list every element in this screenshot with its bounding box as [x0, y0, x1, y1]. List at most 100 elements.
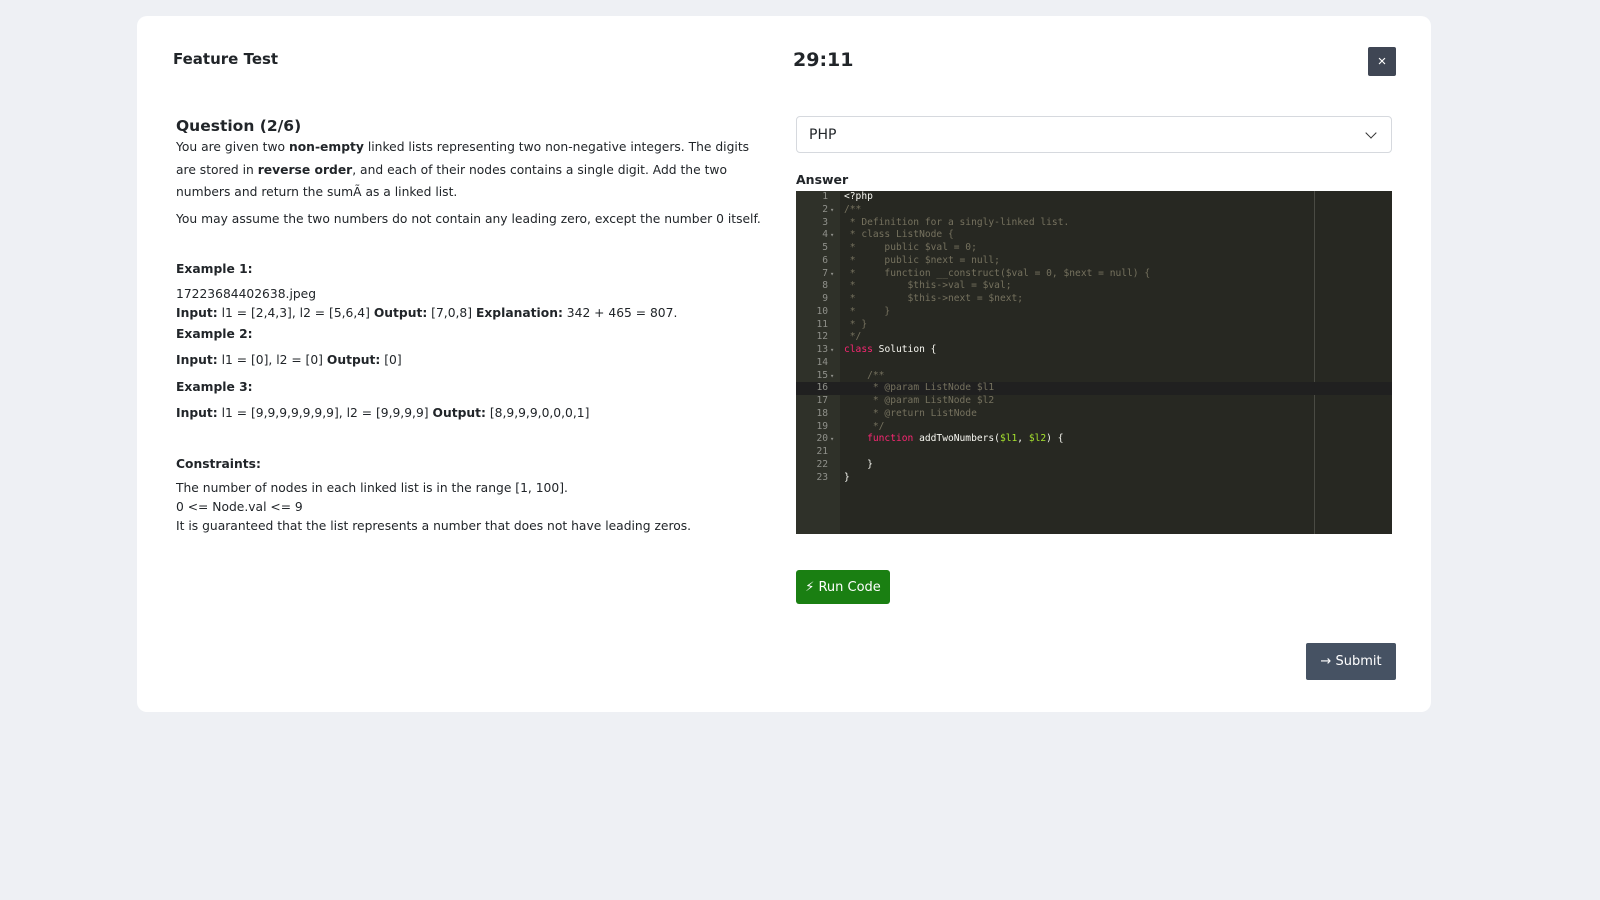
label: Output: [326, 353, 381, 367]
code-text: * } [844, 305, 891, 317]
code-line[interactable]: 19 */ [796, 421, 1392, 434]
code-line[interactable]: 22 } [796, 459, 1392, 472]
submit-button[interactable]: → Submit [1306, 643, 1396, 680]
code-line[interactable]: 2 ▾ /** [796, 204, 1392, 217]
code-text: * function __construct($val = 0, $next =… [844, 267, 1151, 279]
code-line[interactable]: 17 * @param ListNode $l2 [796, 395, 1392, 408]
text-bold: reverse order [257, 162, 353, 177]
code-editor[interactable]: 1 <?php 2 ▾/** 3 * Definition for a singly-l… [796, 191, 1392, 534]
constraint-item: It is guaranteed that the list represent… [176, 519, 692, 533]
code-line[interactable]: 8 * $this->val = $val; [796, 280, 1392, 293]
line-number: 9 [822, 293, 828, 304]
code-line[interactable]: 23} [796, 472, 1392, 485]
label: Explanation: [475, 305, 563, 320]
fold-arrow-icon: ▾ [830, 435, 835, 444]
code-text: * public $next = null; [844, 254, 1000, 266]
line-number: 17 [816, 395, 828, 406]
arrow-right-icon: → [1320, 654, 1332, 669]
line-number: 19 [816, 420, 828, 432]
line-number: 6 [822, 254, 828, 266]
question-panel: Question (2/6) You are given two non-emp… [176, 116, 766, 536]
line-number: 15 [816, 369, 828, 381]
line-number: 3 [822, 216, 828, 228]
test-card: Feature Test 29:11 × Question (2/6) You … [137, 16, 1431, 712]
label: Input: [176, 305, 218, 320]
language-select[interactable]: PHP [796, 116, 1392, 153]
code-line[interactable]: 10 * } [796, 306, 1392, 319]
code-line[interactable]: 18 * @return ListNode [796, 408, 1392, 421]
fold-arrow-icon: ▾ [830, 346, 835, 354]
line-number: 21 [816, 446, 828, 457]
code-text: * class ListNode { [844, 229, 954, 241]
code-line[interactable]: 3 * Definition for a singly-linked list. [796, 217, 1392, 230]
close-button[interactable]: × [1368, 47, 1396, 76]
submit-label: Submit [1335, 654, 1382, 669]
line-number: 13 [816, 344, 828, 355]
line-number: 23 [816, 471, 828, 483]
line-number: 16 [816, 382, 828, 394]
code-text: * public $val = 0; [844, 242, 977, 253]
code-text: } [844, 471, 850, 483]
code-text: * @param ListNode $l1 [844, 382, 995, 394]
code-text: * $this->val = $val; [844, 280, 1012, 292]
question-note: You may assume the two numbers do not co… [176, 211, 761, 226]
code-text: * @param ListNode $l2 [844, 395, 995, 406]
code-text: /** [844, 369, 885, 381]
constraint-item: The number of nodes in each linked list … [176, 481, 568, 495]
line-number: 12 [816, 331, 828, 343]
value: l1 = [0], l2 = [0] [217, 353, 327, 367]
example-2-label: Example 2: [176, 326, 253, 341]
code-line[interactable]: 13 ▾ class Solution { [796, 344, 1392, 357]
code-lines: 1 <?php 2 ▾/** 3 * Definition for a singly-l… [796, 191, 1392, 484]
code-text: class Solution { [844, 344, 937, 355]
code-line[interactable]: 6 * public $next = null; [796, 255, 1392, 268]
code-line[interactable]: 11 * } [796, 319, 1392, 332]
line-number: 22 [816, 458, 828, 470]
value: l1 = [9,9,9,9,9,9,9], l2 = [9,9,9,9] [217, 406, 433, 420]
fold-arrow-icon: ▾ [830, 269, 835, 278]
constraint-item: 0 <= Node.val <= 9 [176, 500, 303, 514]
answer-label: Answer [796, 172, 849, 187]
line-number: 10 [816, 305, 828, 317]
question-description: You are given two non-empty linked lists… [176, 136, 766, 204]
code-text: function addTwoNumbers($l1, $l2) { [844, 433, 1064, 445]
example-3: Input: l1 = [9,9,9,9,9,9,9], l2 = [9,9,9… [176, 402, 766, 425]
constraints-label: Constraints: [176, 456, 261, 471]
test-title: Feature Test [173, 50, 279, 68]
run-code-label: Run Code [818, 579, 881, 595]
line-number: 1 [822, 191, 828, 202]
value: [8,9,9,9,0,0,0,1] [485, 406, 590, 420]
countdown-timer: 29:11 [793, 49, 854, 71]
code-line[interactable]: 4 ▾ * class ListNode { [796, 229, 1392, 242]
line-number: 2 [822, 203, 828, 215]
value: 342 + 465 = 807. [562, 305, 678, 320]
code-text: } [844, 458, 873, 470]
text-bold: non-empty [288, 140, 364, 154]
example-1-label: Example 1: [176, 262, 253, 276]
code-line[interactable]: 12 */ [796, 331, 1392, 344]
fold-arrow-icon: ▾ [830, 205, 835, 214]
question-title: Question (2/6) [176, 117, 302, 135]
value: l1 = [2,4,3], l2 = [5,6,4] [217, 305, 374, 320]
line-number: 20 [816, 433, 828, 445]
code-text: <?php [844, 191, 873, 202]
code-line[interactable]: 20 ▾ function addTwoNumbers($l1, $l2) { [796, 433, 1392, 446]
code-line[interactable]: 5 * public $val = 0; [796, 242, 1392, 255]
run-code-button[interactable]: ⚡ Run Code [796, 570, 890, 604]
code-line[interactable]: 15 ▾ /** [796, 370, 1392, 383]
code-line[interactable]: 7 ▾ * function __construct($val = 0, $nex… [796, 268, 1392, 281]
code-line[interactable]: 21 [796, 446, 1392, 459]
code-line[interactable]: 1 <?php [796, 191, 1392, 204]
answer-panel: PHP Answer 1 <?php 2 ▾/** 3 * Definition for… [796, 116, 1392, 534]
code-line[interactable]: 14 [796, 357, 1392, 370]
label: Input: [176, 406, 218, 420]
line-number: 18 [816, 407, 828, 419]
constraints-list: The number of nodes in each linked list … [176, 479, 766, 536]
chevron-down-icon [1365, 126, 1377, 139]
code-text: * Definition for a singly-linked list. [844, 216, 1070, 228]
code-text: * } [844, 318, 868, 330]
code-line[interactable]: 16 * @param ListNode $l1 [796, 382, 1392, 395]
code-line[interactable]: 9 * $this->next = $next; [796, 293, 1392, 306]
example-3-label: Example 3: [176, 379, 253, 394]
example-2: Input: l1 = [0], l2 = [0] Output: [0] [176, 349, 766, 372]
